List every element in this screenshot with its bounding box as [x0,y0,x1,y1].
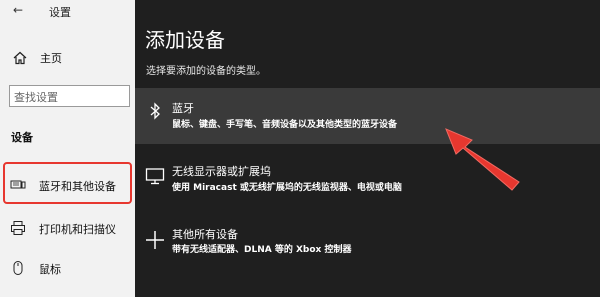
bluetooth-icon [150,102,160,120]
dialog-title: 添加设备 [145,28,225,52]
mouse-icon [13,261,23,275]
settings-sidebar: ← 设置 主页 设备 蓝牙和其他设备 打印机和扫描仪 [0,0,135,297]
search-input[interactable] [10,87,126,107]
option-title: 无线显示器或扩展坞 [172,165,271,178]
printer-icon [11,221,25,235]
section-title: 设备 [11,131,33,144]
nav-home[interactable]: 主页 [0,46,135,70]
option-title: 蓝牙 [172,102,194,115]
option-wireless-display[interactable]: 无线显示器或扩展坞 使用 Miracast 或无线扩展坞的无线监视器、电视或电脑 [135,156,600,202]
option-bluetooth[interactable]: 蓝牙 鼠标、键盘、手写笔、音频设备以及其他类型的蓝牙设备 [135,88,600,144]
option-title: 其他所有设备 [172,228,238,241]
sidebar-item-label: 蓝牙和其他设备 [39,180,116,193]
sidebar-item-bluetooth[interactable]: 蓝牙和其他设备 [0,172,135,198]
option-description: 鼠标、键盘、手写笔、音频设备以及其他类型的蓝牙设备 [172,120,398,130]
nav-home-label: 主页 [40,52,62,65]
app-title: 设置 [49,6,71,19]
title-bar: ← 设置 [0,0,135,22]
bluetooth-devices-icon [10,180,26,189]
add-device-dialog: 添加设备 选择要添加的设备的类型。 蓝牙 鼠标、键盘、手写笔、音频设备以及其他类… [135,0,600,297]
plus-icon [146,231,164,249]
option-everything-else[interactable]: 其他所有设备 带有无线适配器、DLNA 等的 Xbox 控制器 [135,220,600,266]
sidebar-item-label: 打印机和扫描仪 [39,223,116,236]
back-arrow-icon[interactable]: ← [13,3,23,17]
monitor-icon [145,168,165,185]
sidebar-item-printers[interactable]: 打印机和扫描仪 [0,215,135,241]
sidebar-item-mouse[interactable]: 鼠标 [0,255,135,281]
dialog-subtitle: 选择要添加的设备的类型。 [146,66,266,77]
option-description: 使用 Miracast 或无线扩展坞的无线监视器、电视或电脑 [172,183,402,193]
search-box[interactable] [9,85,130,107]
home-icon [13,51,27,65]
sidebar-item-label: 鼠标 [39,263,61,276]
option-description: 带有无线适配器、DLNA 等的 Xbox 控制器 [172,245,352,255]
